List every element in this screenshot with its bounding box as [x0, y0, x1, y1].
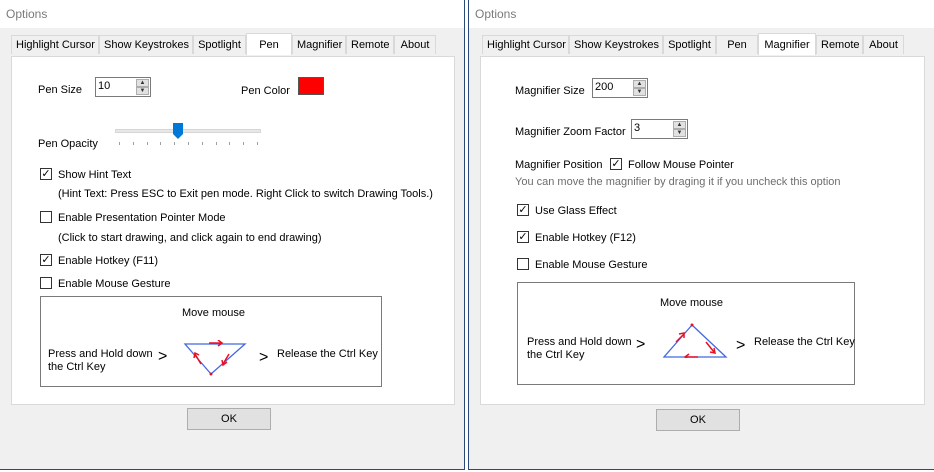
slider-tick: [229, 142, 230, 145]
slider-tick: [243, 142, 244, 145]
show-hint-label: Show Hint Text: [58, 169, 132, 181]
follow-mouse-checkbox[interactable]: ✓: [610, 158, 622, 170]
tab-about[interactable]: About: [394, 35, 436, 54]
presentation-pointer-label: Enable Presentation Pointer Mode: [58, 212, 226, 224]
options-window-magnifier: Options Highlight Cursor Show Keystrokes…: [468, 0, 934, 470]
slider-thumb[interactable]: [173, 123, 183, 139]
magnifier-hotkey-label: Enable Hotkey (F12): [535, 232, 636, 244]
slider-tick: [216, 142, 217, 145]
checkmark-icon: ✓: [518, 231, 528, 243]
checkmark-icon: ✓: [41, 168, 51, 180]
slider-ticks: [119, 142, 259, 146]
show-hint-checkbox[interactable]: ✓: [40, 168, 52, 180]
slider-tick: [174, 142, 175, 145]
magnifier-gesture-label: Enable Mouse Gesture: [535, 259, 648, 271]
glass-effect-label: Use Glass Effect: [535, 205, 617, 217]
window-title: Options: [6, 7, 48, 21]
tab-remote[interactable]: Remote: [346, 35, 394, 54]
hint-text: (Hint Text: Press ESC to Exit pen mode. …: [58, 188, 433, 200]
tab-magnifier[interactable]: Magnifier: [292, 35, 346, 54]
slider-tick: [257, 142, 258, 145]
pen-size-input[interactable]: [98, 80, 128, 92]
magnifier-zoom-label: Magnifier Zoom Factor: [515, 126, 626, 138]
ctrl-key-text: the Ctrl Key: [48, 361, 106, 373]
magnifier-size-label: Magnifier Size: [515, 85, 585, 97]
slider-tick: [160, 142, 161, 145]
gesture-triangle-icon: [662, 323, 728, 358]
spin-up-icon[interactable]: ▲: [136, 79, 149, 87]
slider-tick: [133, 142, 134, 145]
pen-size-spinner[interactable]: ▲ ▼: [95, 77, 151, 97]
gesture-triangle-icon: [183, 340, 247, 376]
gesture-diagram: Move mouse Press and Hold down the Ctrl …: [40, 296, 382, 387]
pen-gesture-checkbox[interactable]: [40, 277, 52, 289]
magnifier-zoom-spinner[interactable]: ▲ ▼: [631, 119, 688, 139]
magnifier-zoom-input[interactable]: [634, 122, 664, 134]
checkmark-icon: ✓: [41, 254, 51, 266]
magnifier-position-label: Magnifier Position: [515, 159, 603, 171]
slider-track[interactable]: [115, 129, 261, 133]
tab-highlight-cursor[interactable]: Highlight Cursor: [482, 35, 569, 54]
pen-color-swatch[interactable]: [298, 77, 324, 95]
pen-size-label: Pen Size: [38, 84, 83, 96]
pen-hotkey-label: Enable Hotkey (F11): [58, 255, 159, 267]
magnifier-gesture-checkbox[interactable]: [517, 258, 529, 270]
release-text: Release the Ctrl Key: [277, 348, 378, 360]
checkmark-icon: ✓: [611, 158, 621, 170]
arrow-text: >: [636, 336, 646, 353]
ok-button[interactable]: OK: [187, 408, 271, 430]
pen-panel: Pen Size ▲ ▼ Pen Color Pen Opacity ✓ Sho…: [11, 56, 455, 405]
glass-effect-checkbox[interactable]: ✓: [517, 204, 529, 216]
magnifier-size-spinner[interactable]: ▲ ▼: [592, 78, 648, 98]
tab-show-keystrokes[interactable]: Show Keystrokes: [569, 35, 663, 54]
arrow-text: >: [259, 349, 269, 366]
follow-mouse-label: Follow Mouse Pointer: [628, 159, 734, 171]
pen-opacity-label: Pen Opacity: [38, 138, 98, 150]
pen-gesture-label: Enable Mouse Gesture: [58, 278, 171, 290]
tab-remote[interactable]: Remote: [816, 35, 863, 54]
title-bar[interactable]: Options: [0, 0, 464, 28]
magnifier-hotkey-checkbox[interactable]: ✓: [517, 231, 529, 243]
tab-pen[interactable]: Pen: [716, 35, 758, 54]
presentation-pointer-checkbox[interactable]: [40, 211, 52, 223]
spin-up-icon[interactable]: ▲: [673, 121, 686, 129]
magnifier-panel: Magnifier Size ▲ ▼ Magnifier Zoom Factor…: [480, 56, 925, 405]
tab-highlight-cursor[interactable]: Highlight Cursor: [11, 35, 99, 54]
tab-show-keystrokes[interactable]: Show Keystrokes: [99, 35, 193, 54]
tab-magnifier[interactable]: Magnifier: [758, 33, 816, 55]
slider-tick: [119, 142, 120, 145]
magnifier-size-input[interactable]: [595, 81, 625, 93]
gesture-diagram: Move mouse Press and Hold down the Ctrl …: [517, 282, 855, 385]
spin-down-icon[interactable]: ▼: [673, 129, 686, 137]
checkmark-icon: ✓: [518, 204, 528, 216]
arrow-text: >: [736, 337, 746, 354]
spin-down-icon[interactable]: ▼: [136, 87, 149, 95]
spin-down-icon[interactable]: ▼: [633, 88, 646, 96]
ctrl-key-text: the Ctrl Key: [527, 349, 585, 361]
options-window-pen: Options Highlight Cursor Show Keystrokes…: [0, 0, 465, 470]
arrow-text: >: [158, 348, 168, 365]
tab-spotlight[interactable]: Spotlight: [663, 35, 716, 54]
pen-hotkey-checkbox[interactable]: ✓: [40, 254, 52, 266]
move-mouse-text: Move mouse: [660, 297, 723, 309]
tab-about[interactable]: About: [863, 35, 904, 54]
slider-tick: [147, 142, 148, 145]
window-title: Options: [475, 7, 517, 21]
tab-spotlight[interactable]: Spotlight: [193, 35, 246, 54]
slider-tick: [188, 142, 189, 145]
slider-tick: [202, 142, 203, 145]
pen-opacity-slider[interactable]: [115, 123, 263, 147]
press-hold-text: Press and Hold down: [48, 348, 153, 360]
tab-pen[interactable]: Pen: [246, 33, 292, 55]
presentation-pointer-note: (Click to start drawing, and click again…: [58, 232, 322, 244]
pen-color-label: Pen Color: [241, 85, 290, 97]
title-bar[interactable]: Options: [469, 0, 934, 28]
press-hold-text: Press and Hold down: [527, 336, 632, 348]
spin-up-icon[interactable]: ▲: [633, 80, 646, 88]
move-mouse-text: Move mouse: [182, 307, 245, 319]
ok-button[interactable]: OK: [656, 409, 740, 431]
magnifier-note: You can move the magnifier by draging it…: [515, 176, 841, 188]
release-text: Release the Ctrl Key: [754, 336, 855, 348]
